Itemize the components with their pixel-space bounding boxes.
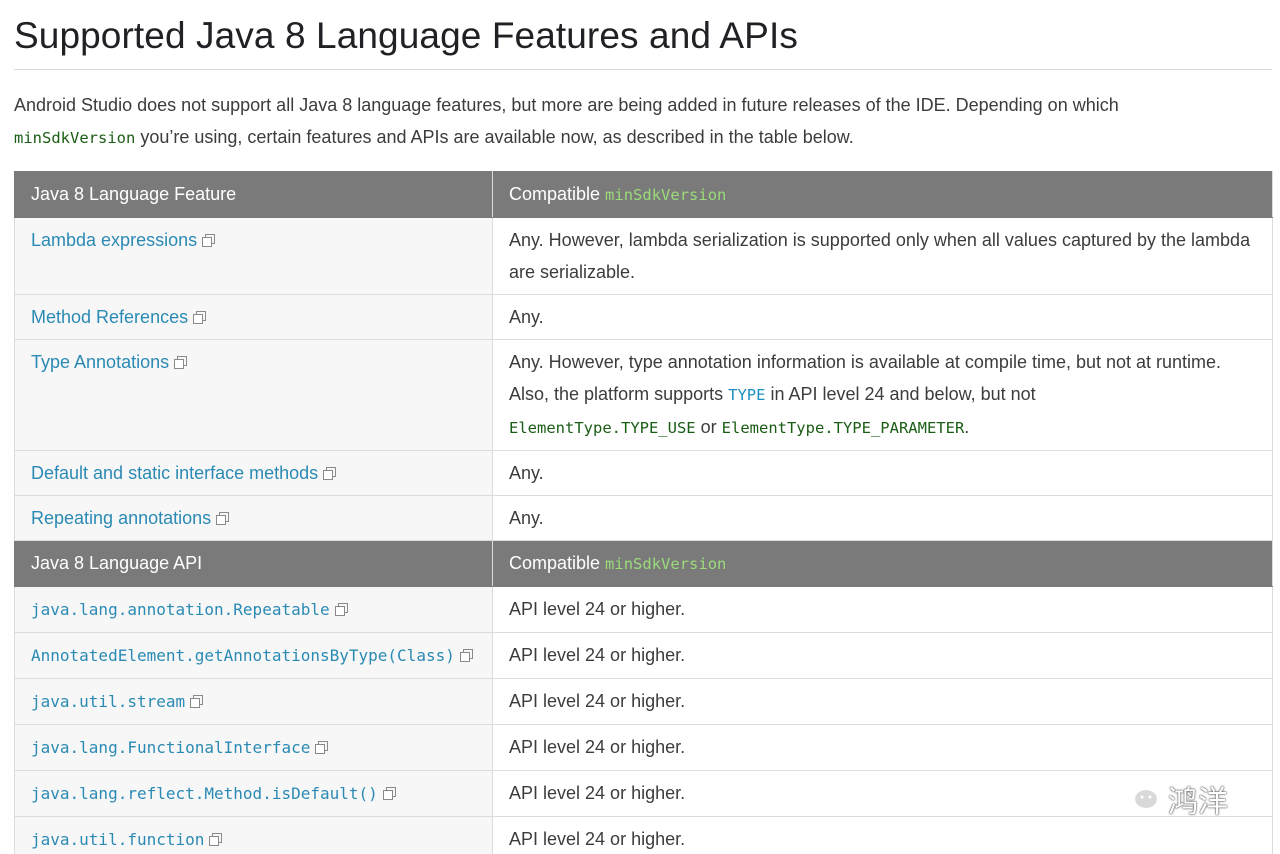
external-link-icon [174, 356, 188, 369]
table-row: Repeating annotations Any. [14, 495, 1273, 541]
feature-link-repeating-annotations[interactable]: Repeating annotations [31, 508, 230, 528]
external-link-icon [323, 467, 337, 480]
api-link-util-function[interactable]: java.util.function [31, 829, 223, 849]
api-link-functional-interface[interactable]: java.lang.FunctionalInterface [31, 737, 329, 757]
table-row: Method References Any. [14, 294, 1273, 340]
feature-link-label: Repeating annotations [31, 508, 212, 528]
table-row: Default and static interface methods Any… [14, 450, 1273, 496]
watermark: 鸿洋 [1118, 776, 1228, 822]
features-header-row: Java 8 Language Feature Compatible minSd… [14, 171, 1273, 218]
external-link-icon [459, 649, 473, 662]
external-link-icon [209, 833, 223, 846]
feature-cell: Default and static interface methods [14, 450, 493, 496]
external-link-icon [190, 695, 204, 708]
api-header-col2-code: minSdkVersion [605, 555, 727, 573]
feature-cell: Method References [14, 294, 493, 340]
desc-text: . [964, 417, 970, 437]
table-row: java.lang.annotation.Repeatable API leve… [14, 586, 1273, 633]
table-row: AnnotatedElement.getAnnotationsByType(Cl… [14, 632, 1273, 679]
table-row: java.util.function API level 24 or highe… [14, 816, 1273, 854]
page-title: Supported Java 8 Language Features and A… [14, 15, 798, 56]
api-desc-cell: API level 24 or higher. [492, 724, 1273, 771]
intro-text-1: Android Studio does not support all Java… [14, 95, 1119, 115]
intro-text-2: you’re using, certain features and APIs … [135, 127, 854, 147]
table-row: Type Annotations Any. However, type anno… [14, 339, 1273, 451]
api-link-label: AnnotatedElement.getAnnotationsByType(Cl… [31, 646, 455, 665]
feature-link-label: Default and static interface methods [31, 463, 319, 483]
api-cell: AnnotatedElement.getAnnotationsByType(Cl… [14, 632, 493, 679]
desc-code-type-parameter: ElementType.TYPE_PARAMETER [721, 419, 965, 437]
table-row: java.util.stream API level 24 or higher. [14, 678, 1273, 725]
table-row: java.lang.FunctionalInterface API level … [14, 724, 1273, 771]
feature-cell: Repeating annotations [14, 495, 493, 541]
api-link-label: java.util.stream [31, 692, 186, 711]
api-cell: java.lang.reflect.Method.isDefault() [14, 770, 493, 817]
features-header-col2: Compatible minSdkVersion [492, 171, 1273, 218]
features-header-col2-text: Compatible [509, 184, 606, 204]
feature-support-table: Java 8 Language Feature Compatible minSd… [14, 171, 1273, 854]
wechat-icon [1118, 776, 1162, 822]
external-link-icon [334, 603, 348, 616]
feature-link-method-references[interactable]: Method References [31, 307, 207, 327]
api-link-label: java.util.function [31, 830, 205, 849]
intro-paragraph: Android Studio does not support all Java… [14, 89, 1254, 154]
api-header-row: Java 8 Language API Compatible minSdkVer… [14, 540, 1273, 587]
table-row: java.lang.reflect.Method.isDefault() API… [14, 770, 1273, 817]
api-link-label: java.lang.reflect.Method.isDefault() [31, 784, 378, 803]
intro-code-minsdkversion: minSdkVersion [14, 129, 136, 147]
feature-link-lambda[interactable]: Lambda expressions [31, 230, 216, 250]
feature-link-label: Type Annotations [31, 352, 170, 372]
feature-link-label: Method References [31, 307, 189, 327]
features-header-col2-code: minSdkVersion [605, 186, 727, 204]
api-cell: java.util.stream [14, 678, 493, 725]
desc-code-type-use: ElementType.TYPE_USE [509, 419, 696, 437]
external-link-icon [216, 512, 230, 525]
api-cell: java.lang.annotation.Repeatable [14, 586, 493, 633]
watermark-text: 鸿洋 [1168, 786, 1228, 819]
api-link-label: java.lang.FunctionalInterface [31, 738, 311, 757]
external-link-icon [315, 741, 329, 754]
api-header-col2: Compatible minSdkVersion [492, 540, 1273, 587]
api-desc-cell: API level 24 or higher. [492, 816, 1273, 854]
desc-text: or [695, 417, 722, 437]
api-cell: java.util.function [14, 816, 493, 854]
api-link-util-stream[interactable]: java.util.stream [31, 691, 204, 711]
api-link-method-is-default[interactable]: java.lang.reflect.Method.isDefault() [31, 783, 396, 803]
feature-link-default-static-methods[interactable]: Default and static interface methods [31, 463, 337, 483]
feature-link-label: Lambda expressions [31, 230, 198, 250]
features-header-col1: Java 8 Language Feature [14, 171, 493, 218]
external-link-icon [193, 311, 207, 324]
api-desc-cell: API level 24 or higher. [492, 632, 1273, 679]
feature-desc-cell: Any. However, lambda serialization is su… [492, 217, 1273, 295]
api-desc-cell: API level 24 or higher. [492, 678, 1273, 725]
desc-code-type: TYPE [728, 386, 766, 404]
desc-text: in API level 24 and below, but not [765, 384, 1036, 404]
api-cell: java.lang.FunctionalInterface [14, 724, 493, 771]
feature-link-type-annotations[interactable]: Type Annotations [31, 352, 188, 372]
api-header-col2-text: Compatible [509, 553, 606, 573]
feature-desc-cell: Any. [492, 450, 1273, 496]
feature-desc-cell: Any. However, type annotation informatio… [492, 339, 1273, 451]
feature-cell: Type Annotations [14, 339, 493, 451]
api-link-repeatable[interactable]: java.lang.annotation.Repeatable [31, 599, 348, 619]
feature-desc-cell: Any. [492, 294, 1273, 340]
api-link-label: java.lang.annotation.Repeatable [31, 600, 330, 619]
api-link-get-annotations-by-type[interactable]: AnnotatedElement.getAnnotationsByType(Cl… [31, 645, 473, 665]
feature-cell: Lambda expressions [14, 217, 493, 295]
title-divider [14, 69, 1272, 70]
feature-desc-cell: Any. [492, 495, 1273, 541]
api-desc-cell: API level 24 or higher. [492, 586, 1273, 633]
table-row: Lambda expressions Any. However, lambda … [14, 217, 1273, 295]
external-link-icon [382, 787, 396, 800]
api-header-col1: Java 8 Language API [14, 540, 493, 587]
docs-page: Supported Java 8 Language Features and A… [0, 0, 1280, 854]
external-link-icon [202, 234, 216, 247]
